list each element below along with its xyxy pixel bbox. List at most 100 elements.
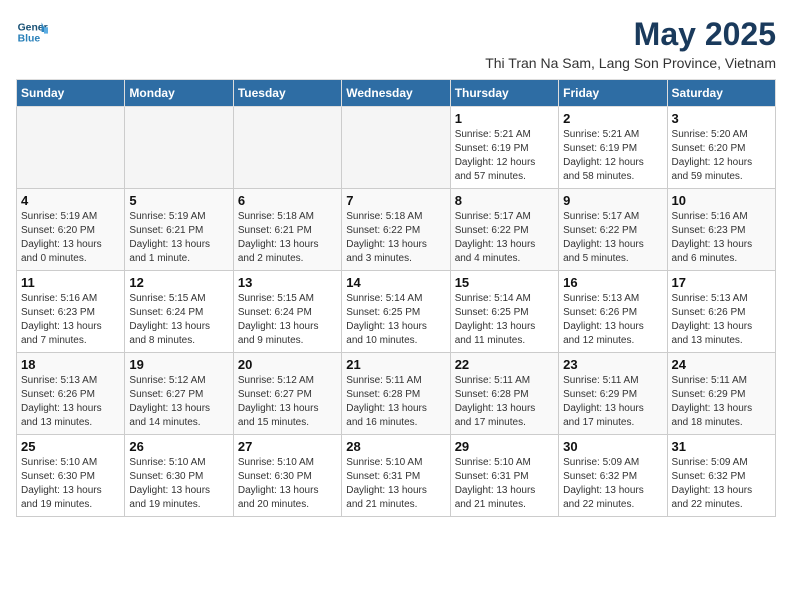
day-info: Sunrise: 5:11 AM Sunset: 6:28 PM Dayligh… <box>455 374 554 430</box>
calendar-cell: 13 Sunrise: 5:15 AM Sunset: 6:24 PM Dayli… <box>233 271 341 353</box>
day-number: 14 <box>346 275 445 290</box>
weekday-header-thursday: Thursday <box>450 80 558 107</box>
weekday-header-friday: Friday <box>559 80 667 107</box>
day-info: Sunrise: 5:14 AM Sunset: 6:25 PM Dayligh… <box>346 292 445 348</box>
logo: General Blue <box>16 16 48 48</box>
day-number: 27 <box>238 439 337 454</box>
calendar-cell <box>17 107 125 189</box>
day-number: 29 <box>455 439 554 454</box>
day-number: 10 <box>672 193 771 208</box>
calendar-cell <box>125 107 233 189</box>
day-info: Sunrise: 5:12 AM Sunset: 6:27 PM Dayligh… <box>238 374 337 430</box>
day-number: 9 <box>563 193 662 208</box>
weekday-header-saturday: Saturday <box>667 80 775 107</box>
day-info: Sunrise: 5:15 AM Sunset: 6:24 PM Dayligh… <box>129 292 228 348</box>
calendar-cell: 23Sunrise: 5:11 AM Sunset: 6:29 PM Dayli… <box>559 353 667 435</box>
day-number: 18 <box>21 357 120 372</box>
weekday-header-monday: Monday <box>125 80 233 107</box>
day-number: 2 <box>563 111 662 126</box>
day-number: 1 <box>455 111 554 126</box>
calendar-cell: 3Sunrise: 5:20 AM Sunset: 6:20 PM Daylig… <box>667 107 775 189</box>
day-info: Sunrise: 5:13 AM Sunset: 6:26 PM Dayligh… <box>21 374 120 430</box>
day-number: 31 <box>672 439 771 454</box>
calendar-cell <box>342 107 450 189</box>
day-number: 8 <box>455 193 554 208</box>
day-info: Sunrise: 5:21 AM Sunset: 6:19 PM Dayligh… <box>563 128 662 184</box>
calendar-cell: 30 Sunrise: 5:09 AM Sunset: 6:32 PM Dayli… <box>559 435 667 517</box>
calendar-cell: 20 Sunrise: 5:12 AM Sunset: 6:27 PM Dayli… <box>233 353 341 435</box>
day-number: 28 <box>346 439 445 454</box>
calendar-cell: 5Sunrise: 5:19 AM Sunset: 6:21 PM Daylig… <box>125 189 233 271</box>
day-info: Sunrise: 5:13 AM Sunset: 6:26 PM Dayligh… <box>563 292 662 348</box>
weekday-header-tuesday: Tuesday <box>233 80 341 107</box>
weekday-header-wednesday: Wednesday <box>342 80 450 107</box>
day-number: 12 <box>129 275 228 290</box>
day-info: Sunrise: 5:09 AM Sunset: 6:32 PM Dayligh… <box>672 456 771 512</box>
location: Thi Tran Na Sam, Lang Son Province, Viet… <box>485 55 776 71</box>
week-row-1: 1 Sunrise: 5:21 AM Sunset: 6:19 PM Daylig… <box>17 107 776 189</box>
calendar-cell: 6 Sunrise: 5:18 AM Sunset: 6:21 PM Daylig… <box>233 189 341 271</box>
day-info: Sunrise: 5:16 AM Sunset: 6:23 PM Dayligh… <box>672 210 771 266</box>
calendar-cell: 16 Sunrise: 5:13 AM Sunset: 6:26 PM Dayli… <box>559 271 667 353</box>
calendar-cell: 26Sunrise: 5:10 AM Sunset: 6:30 PM Dayli… <box>125 435 233 517</box>
week-row-5: 25 Sunrise: 5:10 AM Sunset: 6:30 PM Dayli… <box>17 435 776 517</box>
day-number: 5 <box>129 193 228 208</box>
calendar-cell: 18 Sunrise: 5:13 AM Sunset: 6:26 PM Dayli… <box>17 353 125 435</box>
calendar-cell: 10 Sunrise: 5:16 AM Sunset: 6:23 PM Dayli… <box>667 189 775 271</box>
calendar-cell: 27Sunrise: 5:10 AM Sunset: 6:30 PM Dayli… <box>233 435 341 517</box>
day-info: Sunrise: 5:11 AM Sunset: 6:29 PM Dayligh… <box>563 374 662 430</box>
day-info: Sunrise: 5:11 AM Sunset: 6:29 PM Dayligh… <box>672 374 771 430</box>
day-info: Sunrise: 5:20 AM Sunset: 6:20 PM Dayligh… <box>672 128 771 184</box>
day-number: 20 <box>238 357 337 372</box>
calendar-table: SundayMondayTuesdayWednesdayThursdayFrid… <box>16 79 776 517</box>
day-number: 25 <box>21 439 120 454</box>
day-number: 15 <box>455 275 554 290</box>
day-number: 26 <box>129 439 228 454</box>
day-info: Sunrise: 5:14 AM Sunset: 6:25 PM Dayligh… <box>455 292 554 348</box>
calendar-cell: 24Sunrise: 5:11 AM Sunset: 6:29 PM Dayli… <box>667 353 775 435</box>
day-number: 22 <box>455 357 554 372</box>
calendar-cell: 7 Sunrise: 5:18 AM Sunset: 6:22 PM Daylig… <box>342 189 450 271</box>
weekday-header-row: SundayMondayTuesdayWednesdayThursdayFrid… <box>17 80 776 107</box>
calendar-cell: 12 Sunrise: 5:15 AM Sunset: 6:24 PM Dayli… <box>125 271 233 353</box>
day-number: 4 <box>21 193 120 208</box>
calendar-cell: 15 Sunrise: 5:14 AM Sunset: 6:25 PM Dayli… <box>450 271 558 353</box>
calendar-cell: 22 Sunrise: 5:11 AM Sunset: 6:28 PM Dayli… <box>450 353 558 435</box>
day-info: Sunrise: 5:11 AM Sunset: 6:28 PM Dayligh… <box>346 374 445 430</box>
day-info: Sunrise: 5:17 AM Sunset: 6:22 PM Dayligh… <box>563 210 662 266</box>
calendar-cell: 28Sunrise: 5:10 AM Sunset: 6:31 PM Dayli… <box>342 435 450 517</box>
day-number: 11 <box>21 275 120 290</box>
day-info: Sunrise: 5:16 AM Sunset: 6:23 PM Dayligh… <box>21 292 120 348</box>
day-number: 21 <box>346 357 445 372</box>
day-number: 30 <box>563 439 662 454</box>
week-row-3: 11 Sunrise: 5:16 AM Sunset: 6:23 PM Dayli… <box>17 271 776 353</box>
svg-text:Blue: Blue <box>18 34 41 45</box>
day-number: 6 <box>238 193 337 208</box>
calendar-cell: 1 Sunrise: 5:21 AM Sunset: 6:19 PM Daylig… <box>450 107 558 189</box>
day-info: Sunrise: 5:18 AM Sunset: 6:21 PM Dayligh… <box>238 210 337 266</box>
calendar-cell: 21 Sunrise: 5:11 AM Sunset: 6:28 PM Dayli… <box>342 353 450 435</box>
day-number: 13 <box>238 275 337 290</box>
day-info: Sunrise: 5:09 AM Sunset: 6:32 PM Dayligh… <box>563 456 662 512</box>
day-number: 17 <box>672 275 771 290</box>
day-number: 16 <box>563 275 662 290</box>
day-info: Sunrise: 5:15 AM Sunset: 6:24 PM Dayligh… <box>238 292 337 348</box>
page-header: General Blue May 2025 Thi Tran Na Sam, L… <box>16 16 776 71</box>
week-row-2: 4Sunrise: 5:19 AM Sunset: 6:20 PM Daylig… <box>17 189 776 271</box>
calendar-cell: 31 Sunrise: 5:09 AM Sunset: 6:32 PM Dayli… <box>667 435 775 517</box>
weekday-header-sunday: Sunday <box>17 80 125 107</box>
day-info: Sunrise: 5:12 AM Sunset: 6:27 PM Dayligh… <box>129 374 228 430</box>
title-section: May 2025 Thi Tran Na Sam, Lang Son Provi… <box>485 16 776 71</box>
week-row-4: 18 Sunrise: 5:13 AM Sunset: 6:26 PM Dayli… <box>17 353 776 435</box>
calendar-cell: 4Sunrise: 5:19 AM Sunset: 6:20 PM Daylig… <box>17 189 125 271</box>
day-number: 7 <box>346 193 445 208</box>
day-info: Sunrise: 5:17 AM Sunset: 6:22 PM Dayligh… <box>455 210 554 266</box>
day-number: 19 <box>129 357 228 372</box>
logo-icon: General Blue <box>16 16 48 48</box>
day-info: Sunrise: 5:18 AM Sunset: 6:22 PM Dayligh… <box>346 210 445 266</box>
day-info: Sunrise: 5:21 AM Sunset: 6:19 PM Dayligh… <box>455 128 554 184</box>
calendar-cell: 11 Sunrise: 5:16 AM Sunset: 6:23 PM Dayli… <box>17 271 125 353</box>
calendar-cell: 2 Sunrise: 5:21 AM Sunset: 6:19 PM Daylig… <box>559 107 667 189</box>
day-info: Sunrise: 5:10 AM Sunset: 6:30 PM Dayligh… <box>21 456 120 512</box>
calendar-cell: 29Sunrise: 5:10 AM Sunset: 6:31 PM Dayli… <box>450 435 558 517</box>
